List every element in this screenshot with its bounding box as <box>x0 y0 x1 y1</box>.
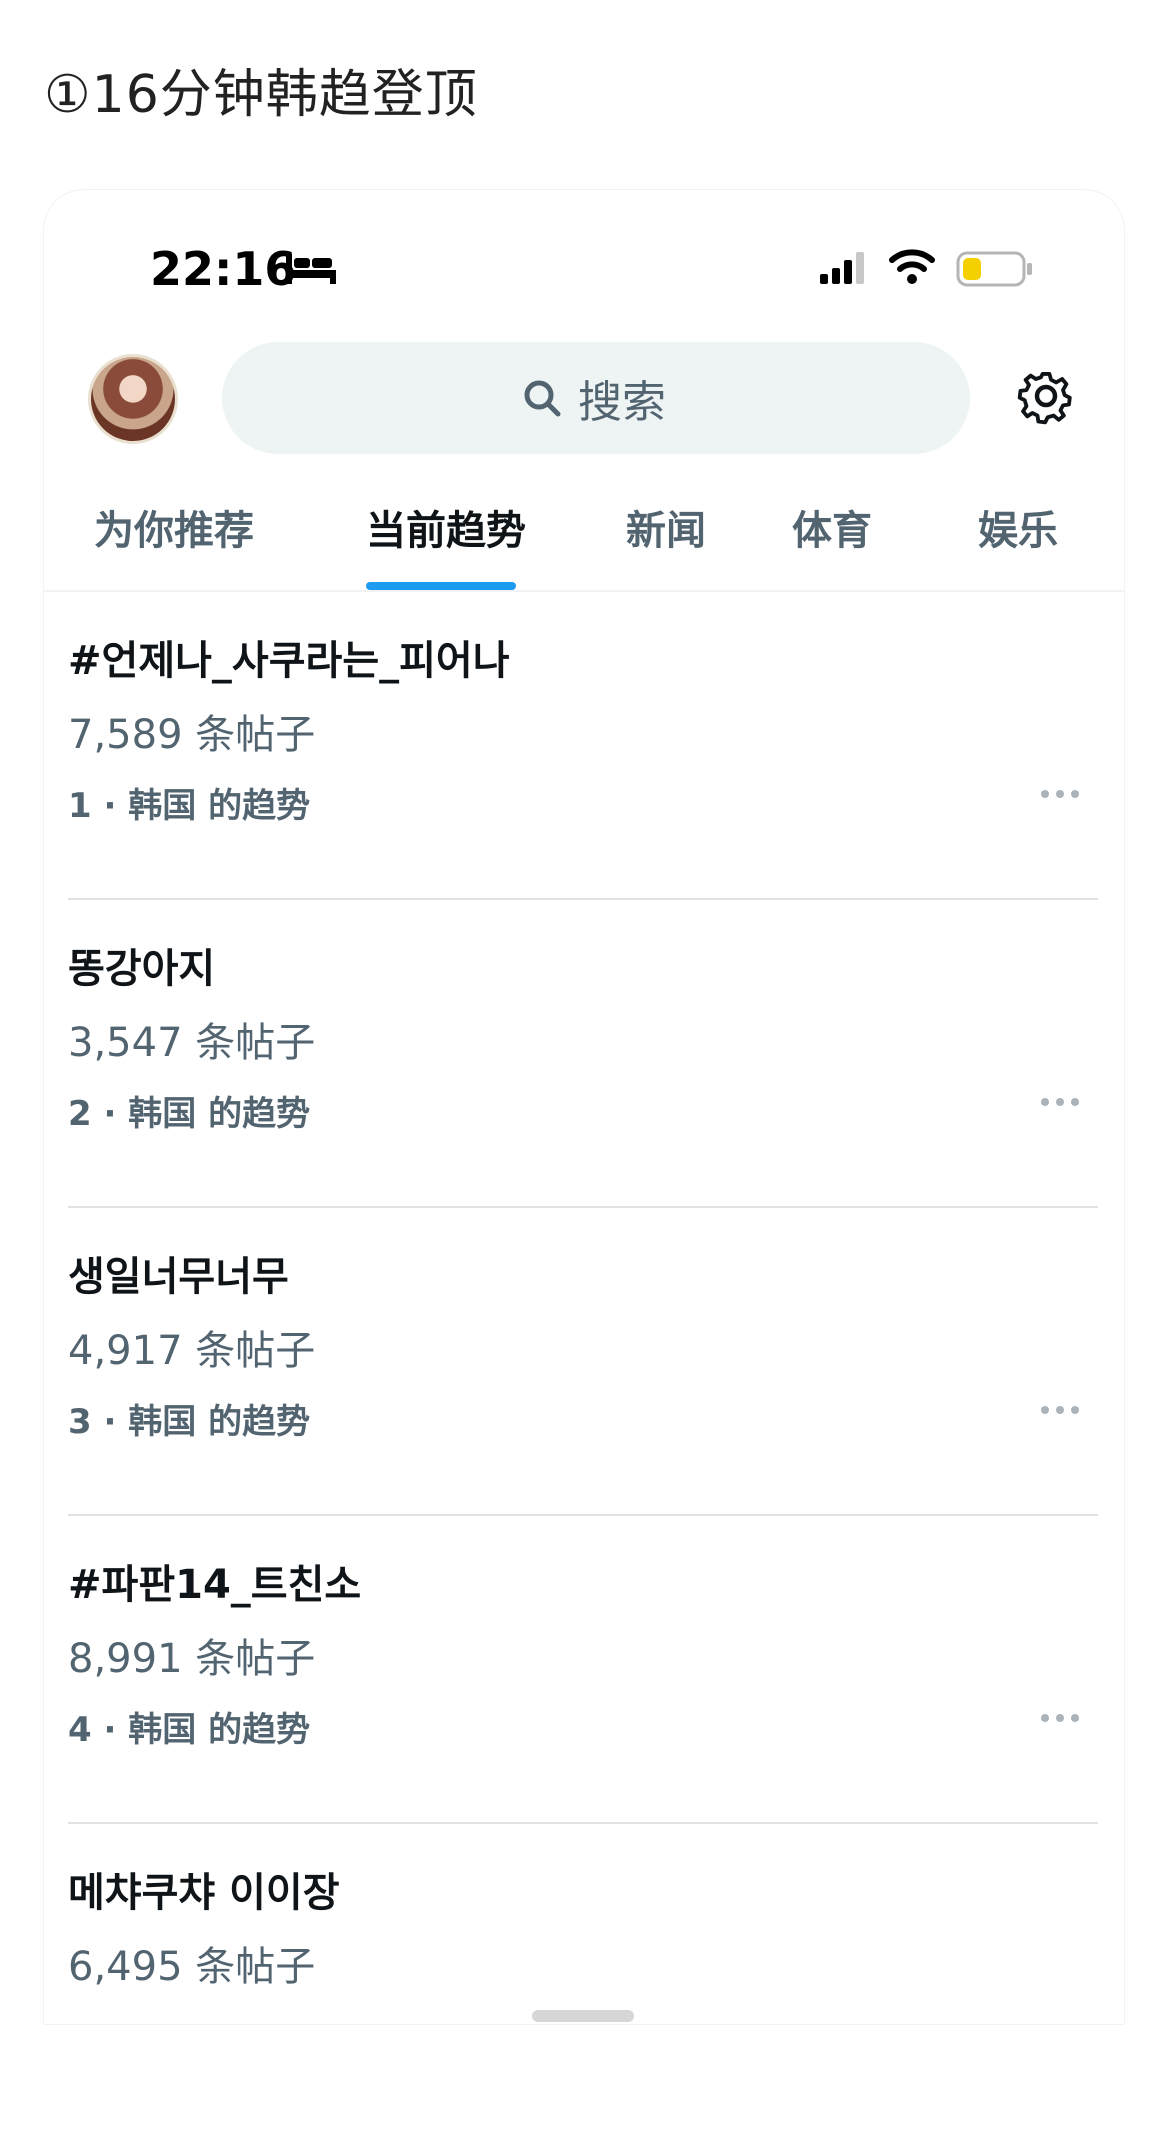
trend-item[interactable]: 메챠쿠챠 이이장 6,495 条帖子 <box>68 1824 1098 2130</box>
tab-news[interactable]: 新闻 <box>626 498 706 556</box>
trend-title: #언제나_사쿠라는_피어나 <box>68 638 510 684</box>
tab-for-you[interactable]: 为你推荐 <box>94 498 254 556</box>
search-placeholder: 搜索 <box>578 377 666 428</box>
more-icon[interactable] <box>1040 1404 1080 1416</box>
tab-trending[interactable]: 当前趋势 <box>366 498 526 556</box>
tab-entertainment[interactable]: 娱乐 <box>978 498 1058 556</box>
trend-post-count: 7,589 条帖子 <box>68 712 316 758</box>
trend-item[interactable]: 똥강아지 3,547 条帖子 2 · 韩国 的趋势 <box>68 900 1098 1208</box>
tab-sports[interactable]: 体育 <box>792 498 872 556</box>
tab-bar: 为你推荐 当前趋势 新闻 体育 娱乐 <box>44 480 1124 592</box>
wifi-icon <box>889 249 935 284</box>
trend-item[interactable]: #파판14_트친소 8,991 条帖子 4 · 韩国 的趋势 <box>68 1516 1098 1824</box>
image-caption: ①16分钟韩趋登顶 <box>44 65 478 125</box>
trend-rank-location: 2 · 韩国 的趋势 <box>68 1094 311 1134</box>
trend-post-count: 6,495 条帖子 <box>68 1944 316 1990</box>
active-tab-indicator <box>366 582 516 590</box>
trend-rank-location: 4 · 韩国 的趋势 <box>68 1710 311 1750</box>
more-icon[interactable] <box>1040 1096 1080 1108</box>
battery-icon <box>956 251 1032 287</box>
trend-rank-location: 3 · 韩国 的趋势 <box>68 1402 311 1442</box>
avatar[interactable] <box>88 354 178 444</box>
more-icon[interactable] <box>1040 1712 1080 1724</box>
phone-screenshot: 22:16 搜索 为你推荐 当前趋势 新闻 体育 娱乐 #언제나_사쿠라는_피어… <box>44 190 1124 2024</box>
signal-icon <box>820 252 864 284</box>
search-icon <box>524 380 561 417</box>
more-icon[interactable] <box>1040 788 1080 800</box>
trend-post-count: 8,991 条帖子 <box>68 1636 316 1682</box>
trend-post-count: 4,917 条帖子 <box>68 1328 316 1374</box>
gear-icon[interactable] <box>1016 366 1076 426</box>
trend-title: 메챠쿠챠 이이장 <box>68 1870 340 1916</box>
status-time: 22:16 <box>150 242 297 296</box>
trend-item[interactable]: #언제나_사쿠라는_피어나 7,589 条帖子 1 · 韩国 的趋势 <box>68 592 1098 900</box>
trend-title: #파판14_트친소 <box>68 1562 362 1608</box>
home-indicator <box>532 2010 634 2022</box>
search-input[interactable]: 搜索 <box>222 342 970 454</box>
trend-rank-location: 1 · 韩国 的趋势 <box>68 786 311 826</box>
trend-list: #언제나_사쿠라는_피어나 7,589 条帖子 1 · 韩国 的趋势 똥강아지 … <box>68 592 1098 2130</box>
trend-item[interactable]: 생일너무너무 4,917 条帖子 3 · 韩国 的趋势 <box>68 1208 1098 1516</box>
bed-icon <box>286 254 336 284</box>
trend-title: 똥강아지 <box>68 946 216 992</box>
trend-title: 생일너무너무 <box>68 1254 289 1300</box>
trend-post-count: 3,547 条帖子 <box>68 1020 316 1066</box>
